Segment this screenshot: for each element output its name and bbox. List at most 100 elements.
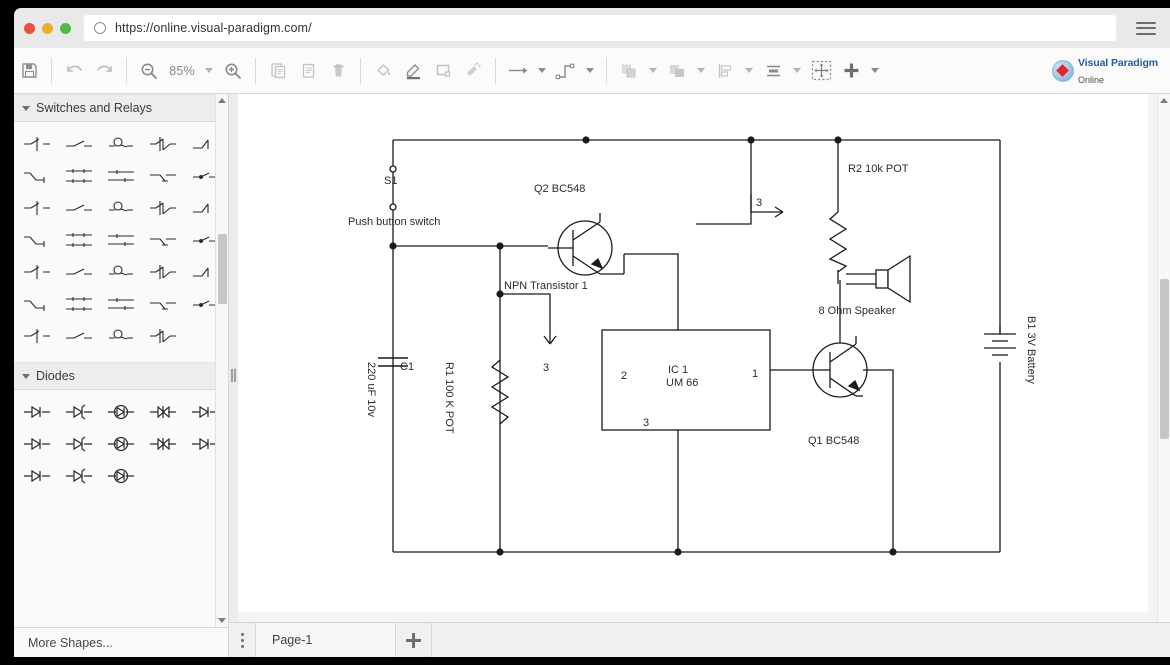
shapes-sidebar: Switches and Relays Diodes More Shapes..… [14, 94, 229, 657]
shape-pressure-switch[interactable] [16, 192, 58, 224]
browser-menu-icon[interactable] [1136, 22, 1156, 35]
shape-contactor[interactable] [16, 256, 58, 288]
group-dropdown-icon[interactable] [649, 68, 657, 73]
toolbar-divider [495, 58, 496, 84]
shape-bidirectional-trigger[interactable] [58, 428, 100, 460]
shape-relay-contact[interactable] [100, 160, 142, 192]
zoom-dropdown-icon[interactable] [205, 68, 213, 73]
align-dropdown-icon[interactable] [745, 68, 753, 73]
shape-key-switch[interactable] [142, 224, 184, 256]
shape-style-button[interactable] [428, 56, 458, 86]
sidebar-section-diodes[interactable]: Diodes [14, 362, 228, 390]
canvas-vertical-scroll-thumb[interactable] [1160, 279, 1169, 439]
label-s1: S1 [384, 175, 397, 187]
shape-selector-switch[interactable] [100, 224, 142, 256]
connector-button[interactable] [503, 56, 533, 86]
shape-zener-diode[interactable] [58, 396, 100, 428]
page-tab-page-1[interactable]: Page-1 [256, 623, 396, 657]
undo-button[interactable] [59, 56, 89, 86]
shape-diac[interactable] [16, 428, 58, 460]
fill-color-button[interactable] [368, 56, 398, 86]
format-painter-button[interactable] [458, 56, 488, 86]
sidebar-scroll-up-button[interactable] [216, 94, 228, 107]
canvas-scroll-up-button[interactable] [1158, 94, 1170, 107]
shape-knife-switch[interactable] [58, 128, 100, 160]
shape-led-circle[interactable] [100, 428, 142, 460]
sidebar-splitter-handle[interactable] [229, 94, 238, 657]
group-button[interactable] [614, 56, 644, 86]
circuit-schematic[interactable]: S1 Push button switch Q2 BC548 NPN Trans… [238, 94, 1148, 612]
shape-disconnect-switch[interactable] [142, 320, 184, 352]
zoom-out-button[interactable] [134, 56, 164, 86]
order-dropdown-icon[interactable] [697, 68, 705, 73]
toolbar-group-arrange [614, 48, 884, 93]
shape-flow-switch[interactable] [58, 160, 100, 192]
shape-avalanche-diode[interactable] [16, 460, 58, 492]
shape-multi-pole-switch[interactable] [142, 128, 184, 160]
minimize-window-button[interactable] [42, 23, 53, 34]
zoom-in-button[interactable] [218, 56, 248, 86]
shape-spdt-switch[interactable] [16, 288, 58, 320]
canvas-viewport[interactable]: S1 Push button switch Q2 BC548 NPN Trans… [238, 94, 1157, 643]
close-window-button[interactable] [24, 23, 35, 34]
shape-tunnel-diode[interactable] [142, 428, 184, 460]
label-ic: IC 1 [668, 364, 688, 376]
align-button[interactable] [710, 56, 740, 86]
shape-level-switch[interactable] [100, 192, 142, 224]
add-page-button[interactable] [396, 623, 432, 657]
shape-temperature-switch[interactable] [58, 192, 100, 224]
sidebar-scroll-down-button[interactable] [216, 614, 228, 627]
sidebar-scroll-thumb[interactable] [218, 234, 227, 304]
elbow-connector-button[interactable] [551, 56, 581, 86]
distribute-dropdown-icon[interactable] [793, 68, 801, 73]
shape-foot-switch[interactable] [58, 224, 100, 256]
add-shape-button[interactable] [836, 56, 866, 86]
window-left-edge [0, 0, 14, 665]
line-color-button[interactable] [398, 56, 428, 86]
shape-rotary-switch[interactable] [100, 128, 142, 160]
shape-double-relay-contact[interactable] [142, 160, 184, 192]
page-tab-label: Page-1 [272, 633, 312, 647]
shape-solenoid-coil[interactable] [100, 256, 142, 288]
diagram-paper[interactable]: S1 Push button switch Q2 BC548 NPN Trans… [238, 94, 1148, 612]
order-button[interactable] [662, 56, 692, 86]
distribute-button[interactable] [758, 56, 788, 86]
shape-step-recovery-diode[interactable] [100, 460, 142, 492]
shape-pin-diode[interactable] [58, 460, 100, 492]
shape-transfer-contact[interactable] [58, 288, 100, 320]
add-dropdown-icon[interactable] [871, 68, 879, 73]
elbow-connector-dropdown-icon[interactable] [586, 68, 594, 73]
shape-time-delay-switch[interactable] [16, 224, 58, 256]
shape-limit-switch[interactable] [16, 160, 58, 192]
maximize-window-button[interactable] [60, 23, 71, 34]
shape-latching-relay[interactable] [142, 288, 184, 320]
shape-spst-switch[interactable] [16, 128, 58, 160]
shape-photodiode-circle[interactable] [100, 396, 142, 428]
shape-rocker-switch[interactable] [16, 320, 58, 352]
shape-diode[interactable] [16, 396, 58, 428]
save-button[interactable] [14, 56, 44, 86]
connector-dropdown-icon[interactable] [538, 68, 546, 73]
shape-slide-switch[interactable] [58, 320, 100, 352]
label-ic-part: UM 66 [666, 377, 698, 389]
address-bar[interactable]: https://online.visual-paradigm.com/ [84, 15, 1116, 41]
shape-thermal-overload[interactable] [142, 256, 184, 288]
label-battery: B1 3V Battery [1025, 316, 1037, 384]
toolbar-divider [606, 58, 607, 84]
shape-micro-switch[interactable] [100, 320, 142, 352]
canvas-vertical-scrollbar[interactable] [1157, 94, 1170, 643]
paste-button[interactable] [293, 56, 323, 86]
sidebar-scrollbar[interactable] [215, 94, 228, 627]
shape-proximity-switch[interactable] [142, 192, 184, 224]
redo-button[interactable] [89, 56, 119, 86]
shape-bidirectional-diode[interactable] [142, 396, 184, 428]
page-menu-icon[interactable] [229, 623, 256, 657]
fit-to-selection-button[interactable] [806, 56, 836, 86]
sidebar-section-switches-and-relays[interactable]: Switches and Relays [14, 94, 228, 122]
shape-magnetic-contact[interactable] [100, 288, 142, 320]
more-shapes-button[interactable]: More Shapes... [14, 627, 228, 657]
delete-button[interactable] [323, 56, 353, 86]
copy-button[interactable] [263, 56, 293, 86]
potentiometer-r2-symbol [830, 212, 846, 272]
shape-relay-coil[interactable] [58, 256, 100, 288]
